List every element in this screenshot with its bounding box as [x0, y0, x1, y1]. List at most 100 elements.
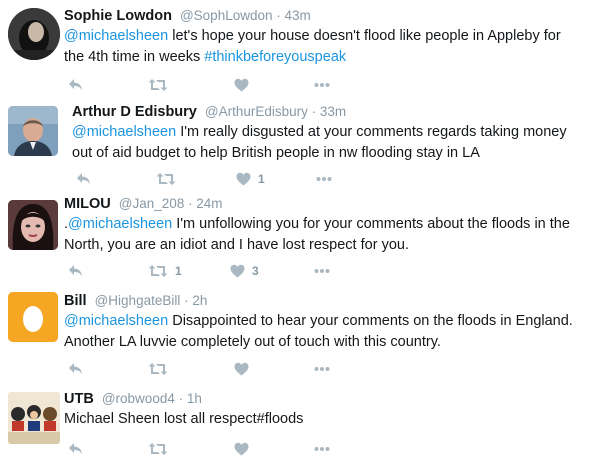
handle[interactable]: @SophLowdon	[180, 8, 273, 23]
like-button[interactable]: 3	[230, 262, 259, 280]
like-icon	[234, 442, 249, 456]
like-button[interactable]	[234, 76, 256, 94]
timestamp[interactable]: 43m	[285, 8, 311, 23]
text-span: I'm unfollowing you for your comments ab…	[172, 216, 570, 232]
more-icon	[314, 269, 330, 273]
display-name[interactable]: MILOU	[64, 196, 111, 212]
reply-icon	[69, 443, 82, 454]
like-button[interactable]	[234, 360, 256, 378]
tweet: UTB @robwood4 · 1h Michael Sheen lost al…	[0, 380, 590, 467]
handle[interactable]: @ArthurEdisbury	[205, 104, 308, 119]
timestamp[interactable]: 33m	[320, 104, 346, 119]
tweet-content: Bill @HighgateBill · 2h @michaelsheen Di…	[64, 292, 582, 353]
more-button[interactable]	[314, 262, 330, 280]
reply-icon	[69, 363, 82, 374]
timestamp[interactable]: 24m	[196, 196, 222, 211]
avatar[interactable]	[8, 200, 58, 250]
reply-icon	[69, 265, 82, 276]
like-icon	[234, 78, 249, 92]
handle[interactable]: @robwood4	[102, 391, 175, 406]
text-span: Another LA luvvie completely out of touc…	[64, 334, 441, 350]
reply-button[interactable]	[68, 262, 84, 280]
retweet-button[interactable]	[148, 440, 175, 458]
tweet: MILOU @Jan_208 · 24m .@michaelsheen I'm …	[0, 190, 590, 284]
more-icon	[314, 447, 330, 451]
text-span: Michael Sheen lost all respect#floods	[64, 411, 304, 427]
retweet-icon	[148, 363, 168, 375]
like-icon	[230, 264, 245, 278]
tweet-actions: 1	[72, 170, 362, 188]
more-button[interactable]	[314, 360, 330, 378]
display-name[interactable]: Sophie Lowdon	[64, 8, 172, 24]
more-icon	[314, 83, 330, 87]
like-icon	[236, 172, 251, 186]
text-span: I'm really disgusted at your comments re…	[176, 124, 567, 140]
tweet-text: .@michaelsheen I'm unfollowing you for y…	[64, 214, 582, 256]
tweet: Bill @HighgateBill · 2h @michaelsheen Di…	[0, 284, 590, 380]
mention-link[interactable]: @michaelsheen	[72, 124, 176, 140]
more-icon	[314, 367, 330, 371]
tweet-actions	[64, 440, 354, 458]
tweet-content: UTB @robwood4 · 1h Michael Sheen lost al…	[64, 390, 582, 430]
reply-button[interactable]	[68, 360, 84, 378]
retweet-icon	[156, 173, 176, 185]
retweet-button[interactable]: 1	[148, 262, 182, 280]
retweet-count: 1	[175, 264, 182, 278]
tweet-text: @michaelsheen I'm really disgusted at yo…	[72, 122, 582, 164]
tweet-actions: 1 3	[64, 262, 354, 280]
reply-icon	[69, 79, 82, 90]
reply-icon	[77, 173, 90, 184]
text-span: Disappointed to hear your comments on th…	[168, 313, 573, 329]
text-span: let's hope your house doesn't flood like…	[168, 28, 561, 44]
tweet-content: Sophie Lowdon @SophLowdon · 43m @michael…	[64, 7, 582, 68]
mention-link[interactable]: @michaelsheen	[68, 216, 172, 232]
text-span: out of aid budget to help British people…	[72, 145, 480, 161]
retweet-button[interactable]	[148, 76, 175, 94]
retweet-button[interactable]	[156, 170, 183, 188]
hashtag-link[interactable]: #thinkbeforeyouspeak	[204, 49, 346, 65]
tweet-content: Arthur D Edisbury @ArthurEdisbury · 33m …	[72, 103, 582, 164]
more-button[interactable]	[314, 440, 330, 458]
tweet-feed: Sophie Lowdon @SophLowdon · 43m @michael…	[0, 0, 590, 467]
mention-link[interactable]: @michaelsheen	[64, 28, 168, 44]
tweet-actions	[64, 76, 354, 94]
like-button[interactable]	[234, 440, 256, 458]
reply-button[interactable]	[76, 170, 92, 188]
separator: ·	[184, 196, 197, 211]
avatar[interactable]	[8, 8, 60, 60]
tweet-text: @michaelsheen Disappointed to hear your …	[64, 311, 582, 353]
separator: ·	[307, 104, 320, 119]
like-count: 1	[258, 172, 265, 186]
display-name[interactable]: UTB	[64, 391, 94, 407]
tweet-text: Michael Sheen lost all respect#floods	[64, 409, 582, 430]
tweet-content: MILOU @Jan_208 · 24m .@michaelsheen I'm …	[64, 195, 582, 256]
tweet: Sophie Lowdon @SophLowdon · 43m @michael…	[0, 0, 590, 98]
more-button[interactable]	[314, 76, 330, 94]
handle[interactable]: @Jan_208	[119, 196, 185, 211]
like-button[interactable]: 1	[236, 170, 265, 188]
mention-link[interactable]: @michaelsheen	[64, 313, 168, 329]
retweet-button[interactable]	[148, 360, 175, 378]
display-name[interactable]: Bill	[64, 293, 87, 309]
timestamp[interactable]: 2h	[192, 293, 207, 308]
like-count: 3	[252, 264, 259, 278]
avatar[interactable]	[8, 106, 58, 156]
display-name[interactable]: Arthur D Edisbury	[72, 104, 197, 120]
tweet-text: @michaelsheen let's hope your house does…	[64, 26, 582, 68]
text-span: the 4th time in weeks	[64, 49, 205, 65]
separator: ·	[174, 391, 187, 406]
tweet-actions	[64, 360, 354, 378]
more-icon	[316, 177, 332, 181]
avatar[interactable]	[8, 392, 60, 444]
timestamp[interactable]: 1h	[187, 391, 202, 406]
retweet-icon	[148, 79, 168, 91]
handle[interactable]: @HighgateBill	[95, 293, 181, 308]
separator: ·	[180, 293, 193, 308]
reply-button[interactable]	[68, 440, 84, 458]
egg-icon	[8, 292, 58, 342]
tweet: Arthur D Edisbury @ArthurEdisbury · 33m …	[0, 98, 590, 190]
more-button[interactable]	[316, 170, 332, 188]
like-icon	[234, 362, 249, 376]
avatar[interactable]	[8, 292, 58, 342]
reply-button[interactable]	[68, 76, 84, 94]
